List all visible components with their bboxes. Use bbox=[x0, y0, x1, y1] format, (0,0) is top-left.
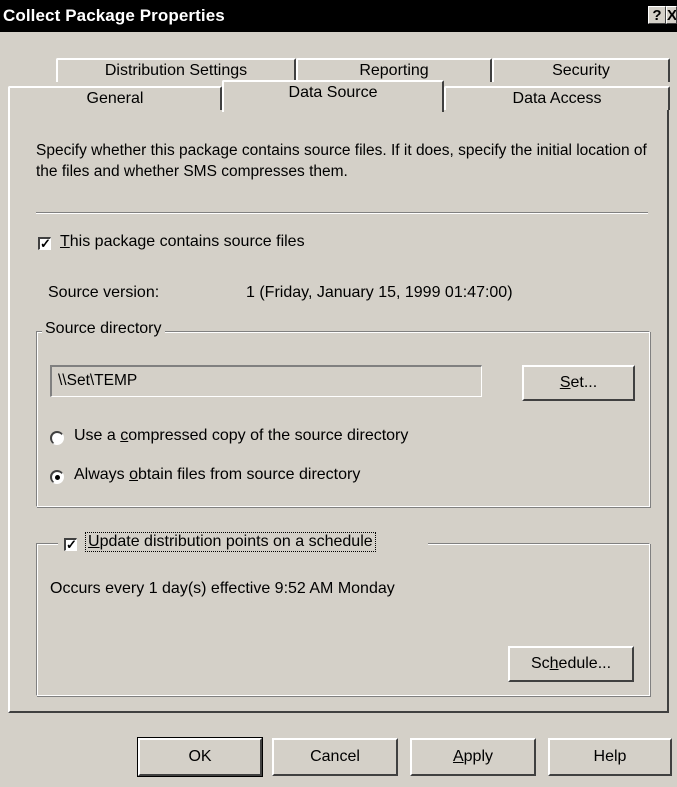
radio-compressed-label[interactable]: Use a compressed copy of the source dire… bbox=[74, 427, 408, 445]
close-button[interactable]: X bbox=[666, 6, 677, 24]
accelerator-key: S bbox=[559, 374, 571, 391]
source-files-checkbox[interactable]: ✓ bbox=[38, 237, 51, 250]
label-text: Always bbox=[74, 466, 130, 483]
source-directory-legend: Source directory bbox=[42, 320, 165, 338]
tab-label: Data Source bbox=[288, 84, 378, 101]
tab-general[interactable]: General bbox=[8, 86, 222, 110]
radio-compressed-copy[interactable] bbox=[50, 431, 64, 445]
schedule-button[interactable]: Schedule... bbox=[508, 646, 634, 682]
button-label: pply bbox=[463, 748, 494, 765]
window-title: Collect Package Properties bbox=[3, 6, 225, 25]
accelerator-key: A bbox=[452, 748, 464, 765]
tab-data-access[interactable]: Data Access bbox=[444, 86, 670, 110]
set-button[interactable]: Set... bbox=[522, 365, 635, 401]
tab-label: Reporting bbox=[359, 62, 429, 79]
apply-button[interactable]: Apply bbox=[410, 738, 536, 776]
tab-label: General bbox=[86, 90, 144, 107]
accelerator-key: o bbox=[129, 466, 139, 483]
tab-reporting[interactable]: Reporting bbox=[296, 58, 492, 82]
radio-selected-dot bbox=[55, 475, 60, 480]
schedule-occurs-text: Occurs every 1 day(s) effective 9:52 AM … bbox=[50, 580, 395, 597]
label-text: pdate distribution points on a schedule bbox=[99, 533, 373, 550]
button-label: Sc bbox=[530, 655, 550, 672]
tab-security[interactable]: Security bbox=[492, 58, 670, 82]
close-icon: X bbox=[667, 7, 677, 24]
schedule-checkbox-label[interactable]: Update distribution points on a schedule bbox=[85, 532, 376, 552]
ok-button[interactable]: OK bbox=[137, 737, 263, 777]
label-text: btain files from source directory bbox=[138, 466, 361, 483]
tab-distribution-settings[interactable]: Distribution Settings bbox=[56, 58, 296, 82]
source-files-label[interactable]: This package contains source files bbox=[60, 233, 305, 251]
tab-label: Security bbox=[552, 62, 610, 79]
tab-label: Distribution Settings bbox=[104, 62, 248, 79]
radio-always-label[interactable]: Always obtain files from source director… bbox=[74, 466, 360, 484]
accelerator-key: T bbox=[60, 233, 70, 250]
accelerator-key: h bbox=[549, 655, 559, 672]
tab-data-source[interactable]: Data Source bbox=[222, 80, 444, 112]
separator bbox=[36, 212, 648, 214]
source-path-field[interactable]: \\Set\TEMP bbox=[50, 365, 482, 397]
cancel-button[interactable]: Cancel bbox=[272, 738, 398, 776]
help-button[interactable]: ? bbox=[648, 6, 666, 24]
button-label: et... bbox=[570, 374, 598, 391]
source-version-label: Source version: bbox=[48, 284, 160, 301]
radio-always-obtain[interactable] bbox=[50, 470, 64, 484]
schedule-checkbox[interactable]: ✓ bbox=[64, 538, 77, 551]
button-label: edule... bbox=[558, 655, 612, 672]
accelerator-key: U bbox=[88, 533, 100, 550]
help-icon: ? bbox=[652, 7, 662, 24]
label-text: his package contains source files bbox=[69, 233, 305, 250]
tab-label: Data Access bbox=[512, 90, 602, 107]
title-bar: Collect Package Properties ? X bbox=[0, 0, 677, 32]
label-text: ompressed copy of the source directory bbox=[128, 427, 409, 444]
source-version-value: 1 (Friday, January 15, 1999 01:47:00) bbox=[246, 284, 513, 301]
label-text: Use a bbox=[74, 427, 121, 444]
description-text: Specify whether this package contains so… bbox=[36, 142, 647, 180]
help-dialog-button[interactable]: Help bbox=[548, 738, 672, 776]
